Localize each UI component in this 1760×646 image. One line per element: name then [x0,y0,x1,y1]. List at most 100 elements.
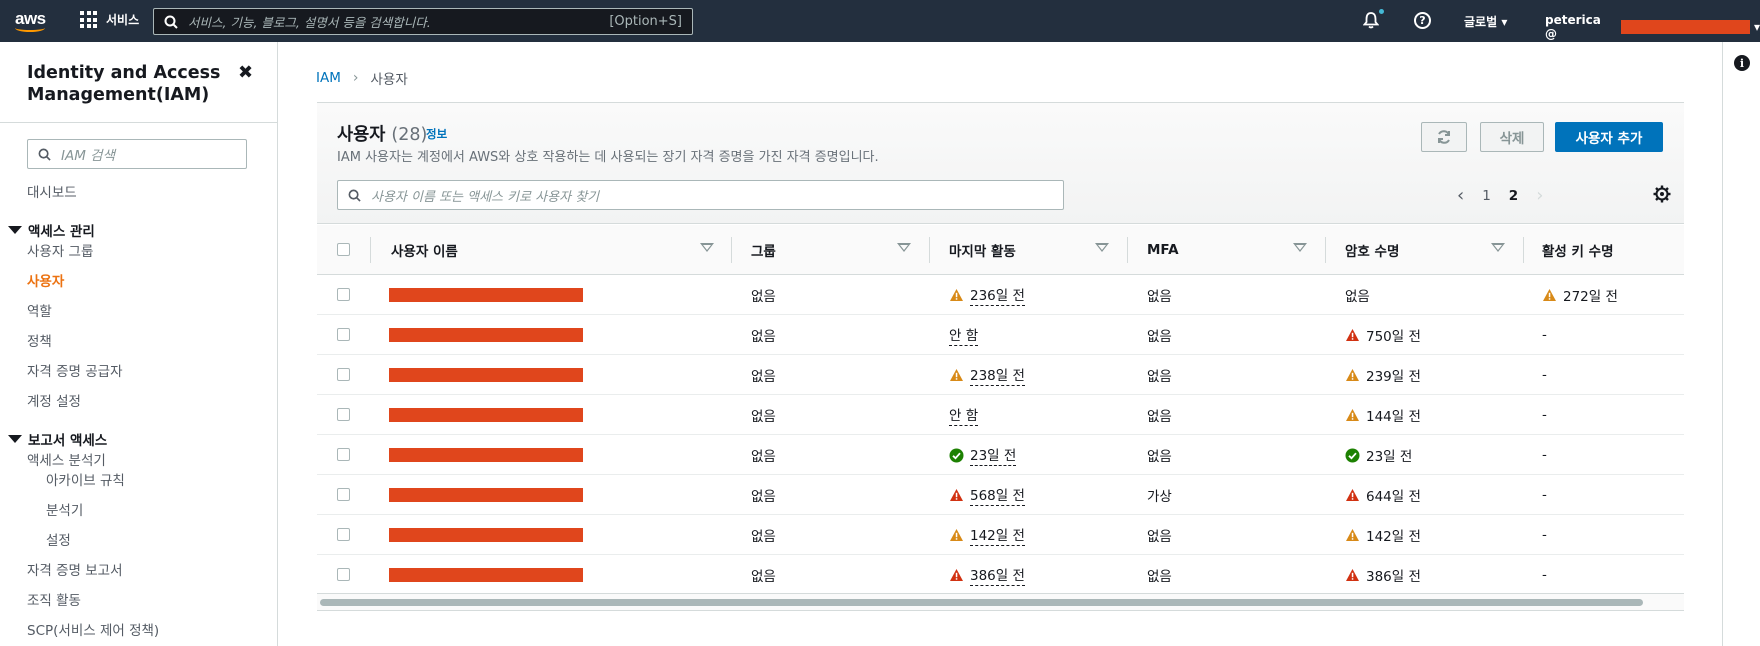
password-age-cell: 644일 전 [1345,475,1421,515]
sidebar-item-archive-rules[interactable]: 아카이브 규칙 [46,469,125,489]
redacted-username[interactable] [389,528,583,542]
row-checkbox[interactable] [337,288,350,301]
sidebar-section-access[interactable]: 액세스 관리 [8,220,95,240]
sidebar-item-users[interactable]: 사용자 [27,270,64,290]
sort-icon[interactable] [1293,243,1307,253]
chevron-left-icon[interactable]: ‹ [1457,185,1464,206]
table-row[interactable]: 없음 안 함 없음 750일 전 - [317,315,1684,355]
sidebar-item-access-analyzer[interactable]: 액세스 분석기 [27,449,106,469]
last-activity-value[interactable]: 안 함 [949,404,979,426]
redacted-username[interactable] [389,488,583,502]
sidebar-item-settings[interactable]: 설정 [46,529,71,549]
refresh-button[interactable] [1421,122,1467,152]
row-checkbox[interactable] [337,368,350,381]
column-header-groups[interactable]: 그룹 [751,225,776,275]
last-activity-value[interactable]: 142일 전 [970,524,1025,546]
info-icon[interactable]: i [1734,55,1750,71]
aws-logo[interactable]: aws [14,8,48,34]
sidebar-item-org-activity[interactable]: 조직 활동 [27,589,81,609]
sidebar-item-account-settings[interactable]: 계정 설정 [27,390,81,410]
row-checkbox[interactable] [337,488,350,501]
last-activity-value[interactable]: 386일 전 [970,564,1025,586]
horizontal-scrollbar[interactable] [317,593,1684,611]
table-row[interactable]: 없음 386일 전 없음 386일 전 - [317,555,1684,595]
select-all-checkbox[interactable] [337,243,350,256]
grid-icon [80,11,97,28]
column-header-active-key-age[interactable]: 활성 키 수명 [1542,225,1614,275]
column-header-last-activity[interactable]: 마지막 활동 [949,225,1016,275]
gear-icon[interactable] [1653,185,1671,207]
warning-icon [1345,368,1360,382]
sort-icon[interactable] [897,243,911,253]
redacted-username[interactable] [389,568,583,582]
redacted-username[interactable] [389,448,583,462]
delete-button[interactable]: 삭제 [1480,122,1544,152]
groups-cell: 없음 [751,489,776,505]
last-activity-value[interactable]: 236일 전 [970,284,1025,306]
sidebar-item-credential-report[interactable]: 자격 증명 보고서 [27,559,123,579]
table-row[interactable]: 없음 238일 전 없음 239일 전 - [317,355,1684,395]
notifications-bell-icon[interactable] [1362,9,1384,33]
redacted-username[interactable] [389,408,583,422]
help-icon[interactable]: ? [1414,12,1431,29]
search-icon [38,148,51,161]
table-row[interactable]: 없음 142일 전 없음 142일 전 - [317,515,1684,555]
row-checkbox[interactable] [337,328,350,341]
scrollbar-thumb[interactable] [320,599,1643,606]
row-checkbox[interactable] [337,448,350,461]
table-row[interactable]: 없음 236일 전 없음 없음 272일 전 [317,275,1684,315]
sort-icon[interactable] [1095,243,1109,253]
table-row[interactable]: 없음 안 함 없음 144일 전 - [317,395,1684,435]
breadcrumb-iam-link[interactable]: IAM [316,70,341,86]
sidebar-item-policies[interactable]: 정책 [27,330,52,350]
column-header-last-activity-label: 마지막 활동 [949,244,1016,260]
column-header-password-age-label: 암호 수명 [1345,244,1400,260]
region-selector[interactable]: 글로벌 ▾ [1464,13,1507,30]
page-1-button[interactable]: 1 [1482,188,1491,204]
sidebar-item-dashboard[interactable]: 대시보드 [27,181,77,201]
last-activity-value[interactable]: 238일 전 [970,364,1025,386]
password-age-value: 23일 전 [1366,449,1413,465]
column-header-username[interactable]: 사용자 이름 [391,225,458,275]
global-search-input[interactable]: 서비스, 기능, 블로그, 설명서 등을 검색합니다. [Option+S] [153,8,693,35]
row-checkbox[interactable] [337,568,350,581]
table-row[interactable]: 없음 568일 전 가상 644일 전 - [317,475,1684,515]
user-count: (28) [391,125,428,145]
sidebar-item-analyzers[interactable]: 분석기 [46,499,83,519]
sidebar-search-input[interactable]: IAM 검색 [27,139,247,169]
mfa-cell: 없음 [1147,449,1172,465]
sort-icon[interactable] [700,243,714,253]
services-menu-button[interactable]: 서비스 [80,11,139,28]
sidebar-section-reports[interactable]: 보고서 액세스 [8,429,107,449]
active-key-age-value: - [1542,487,1547,503]
page-title: 사용자 (28) [337,121,427,146]
redacted-username[interactable] [389,288,583,302]
last-activity-value[interactable]: 안 함 [949,324,979,346]
info-link[interactable]: 정보 [426,126,447,142]
sidebar-search-placeholder: IAM 검색 [61,148,115,164]
redacted-username[interactable] [389,368,583,382]
row-checkbox[interactable] [337,408,350,421]
last-activity-value[interactable]: 568일 전 [970,484,1025,506]
column-divider [929,237,930,263]
last-activity-value[interactable]: 23일 전 [970,444,1017,466]
page-2-button[interactable]: 2 [1509,188,1518,204]
sidebar-item-identity-providers[interactable]: 자격 증명 공급자 [27,360,123,380]
sort-icon[interactable] [1491,243,1505,253]
password-age-cell: 386일 전 [1345,555,1421,595]
column-header-password-age[interactable]: 암호 수명 [1345,225,1399,275]
user-search-input[interactable]: 사용자 이름 또는 액세스 키로 사용자 찾기 [337,180,1064,210]
table-row[interactable]: 없음 23일 전 없음 23일 전 - [317,435,1684,475]
password-age-cell: 142일 전 [1345,515,1421,555]
add-user-button[interactable]: 사용자 추가 [1555,122,1663,152]
chevron-right-icon: › [352,70,359,86]
redacted-username[interactable] [389,328,583,342]
account-menu[interactable]: peterica @ ▾ [1545,13,1760,41]
sidebar-item-roles[interactable]: 역할 [27,300,52,320]
sidebar-item-scp[interactable]: SCP(서비스 제어 정책) [27,619,159,639]
close-icon[interactable]: ✖ [238,62,253,83]
column-header-mfa[interactable]: MFA [1147,225,1179,275]
sidebar-item-user-groups[interactable]: 사용자 그룹 [27,240,93,260]
chevron-right-icon[interactable]: › [1536,185,1543,206]
row-checkbox[interactable] [337,528,350,541]
